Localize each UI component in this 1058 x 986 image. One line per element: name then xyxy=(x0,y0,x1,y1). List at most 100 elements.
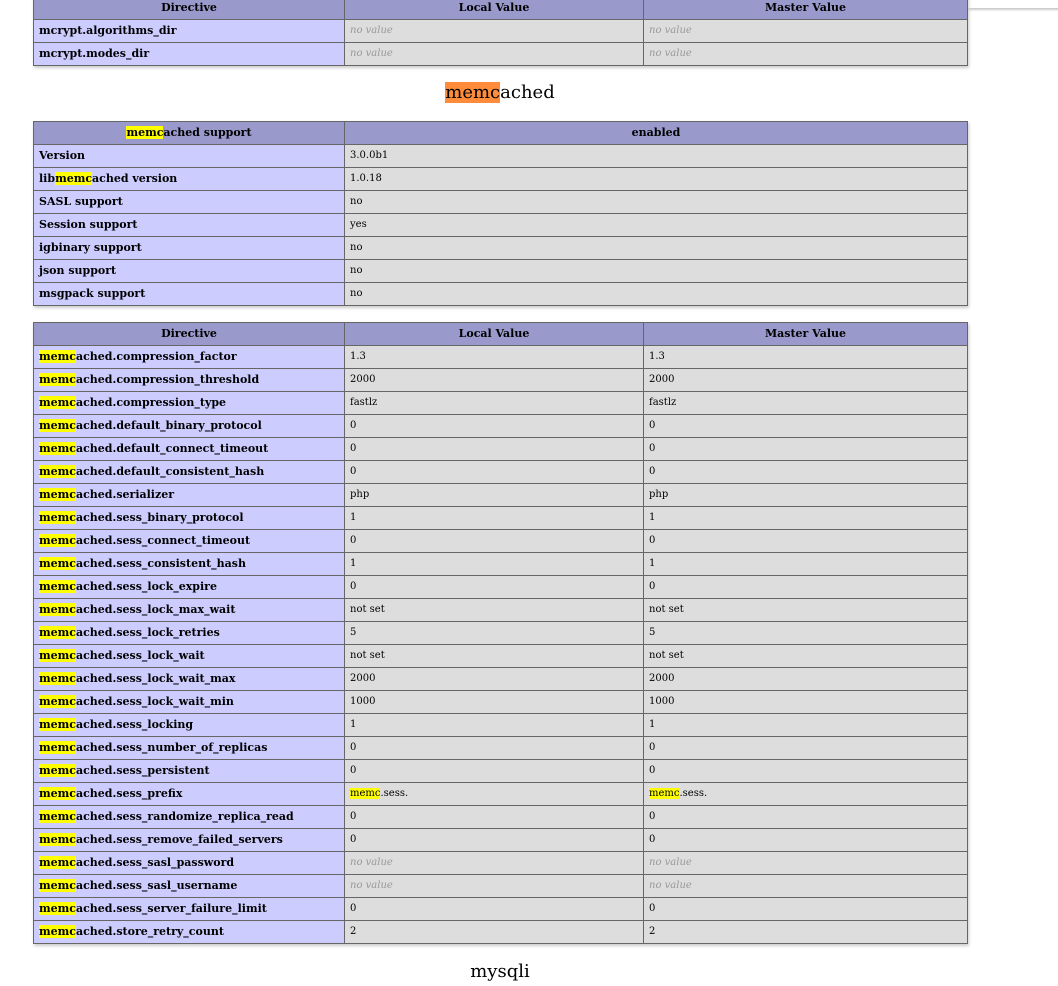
no-value-text: no value xyxy=(350,25,393,36)
local-value: 0 xyxy=(344,736,644,760)
table-row: memcached.sess_prefix memc.sess. memc.sess… xyxy=(33,782,968,806)
no-value-text: no value xyxy=(649,25,692,36)
table-row: memcached.sess_lock_wait_max 2000 2000 xyxy=(33,667,968,691)
directive-rest: ached.default_binary_protocol xyxy=(75,419,262,432)
directive-rest: ached.sess_lock_expire xyxy=(75,580,217,593)
master-value: 0 xyxy=(643,897,968,921)
master-value: 2 xyxy=(643,920,968,944)
highlight: memc xyxy=(39,373,76,386)
local-value: php xyxy=(344,483,644,507)
master-value: 0 xyxy=(643,805,968,829)
column-header: enabled xyxy=(344,121,968,145)
highlight: memc xyxy=(39,649,76,662)
directive-name: memcached.sess_lock_retries xyxy=(33,621,345,645)
directive-name: memcached.sess_number_of_replicas xyxy=(33,736,345,760)
directive-name: memcached.sess_lock_expire xyxy=(33,575,345,599)
title-rest: ached xyxy=(500,82,555,103)
value-text: not set xyxy=(350,604,385,615)
master-value: no value xyxy=(643,851,968,875)
directive-rest: ached.sess_lock_max_wait xyxy=(75,603,236,616)
table-row: memcached.sess_lock_retries 5 5 xyxy=(33,621,968,645)
value-text: .sess. xyxy=(380,788,409,799)
master-value: 0 xyxy=(643,736,968,760)
directive-rest: ached.sess_lock_wait xyxy=(75,649,205,662)
feature-value: no xyxy=(344,236,968,260)
value-text: 0 xyxy=(649,742,656,753)
highlight: memc xyxy=(39,879,76,892)
master-value: 1000 xyxy=(643,690,968,714)
no-value-text: no value xyxy=(649,857,692,868)
directive-name: memcached.serializer xyxy=(33,483,345,507)
master-value: 5 xyxy=(643,621,968,645)
column-header: Master Value xyxy=(643,322,968,346)
value-text: 0 xyxy=(649,443,656,454)
feature-name: Version xyxy=(33,144,345,168)
local-value: 1 xyxy=(344,506,644,530)
local-value: 0 xyxy=(344,460,644,484)
no-value-text: no value xyxy=(350,857,393,868)
local-value: 0 xyxy=(344,759,644,783)
directive-rest: ached.sess_number_of_replicas xyxy=(75,741,268,754)
directive-name: mcrypt.modes_dir xyxy=(33,42,345,66)
column-header: Master Value xyxy=(643,0,968,20)
value-text: not set xyxy=(350,650,385,661)
highlight: memc xyxy=(39,488,76,501)
table-row: memcached.sess_binary_protocol 1 1 xyxy=(33,506,968,530)
master-value: no value xyxy=(643,19,968,43)
value-text: 0 xyxy=(350,742,357,753)
highlight: memc xyxy=(39,741,76,754)
value-text: 5 xyxy=(350,627,357,638)
local-value: 0 xyxy=(344,575,644,599)
table-row: memcached.compression_type fastlz fastlz xyxy=(33,391,968,415)
local-value: 0 xyxy=(344,437,644,461)
directive-name: memcached.sess_locking xyxy=(33,713,345,737)
highlight: memc xyxy=(39,810,76,823)
master-value: 0 xyxy=(643,460,968,484)
master-value: 2000 xyxy=(643,667,968,691)
feature-name: json support xyxy=(33,259,345,283)
feature-name: msgpack support xyxy=(33,282,345,306)
value-text: 0 xyxy=(350,834,357,845)
table-row: SASL support no xyxy=(33,190,968,214)
local-value: 0 xyxy=(344,529,644,553)
table-row: Session support yes xyxy=(33,213,968,237)
master-value: memc.sess. xyxy=(643,782,968,806)
directive-name: memcached.compression_type xyxy=(33,391,345,415)
column-header: Directive xyxy=(33,322,345,346)
highlight: memc xyxy=(39,764,76,777)
value-text: 5 xyxy=(649,627,656,638)
master-value: 0 xyxy=(643,759,968,783)
directive-rest: ached.default_connect_timeout xyxy=(75,442,269,455)
value-text: 0 xyxy=(649,903,656,914)
feature-value: no xyxy=(344,190,968,214)
local-value: memc.sess. xyxy=(344,782,644,806)
value-text: php xyxy=(649,489,669,500)
table-row: memcached.sess_sasl_password no value no v… xyxy=(33,851,968,875)
feature-name: Session support xyxy=(33,213,345,237)
master-value: 0 xyxy=(643,828,968,852)
highlight: memc xyxy=(39,672,76,685)
directive-name: memcached.sess_randomize_replica_read xyxy=(33,805,345,829)
value-text: 1 xyxy=(350,719,357,730)
directive-rest: ached.serializer xyxy=(75,488,175,501)
value-text: 1 xyxy=(350,512,357,523)
directive-rest: ached.sess_sasl_username xyxy=(75,879,238,892)
highlight: memc xyxy=(39,396,76,409)
local-value: 1000 xyxy=(344,690,644,714)
value-text: 0 xyxy=(649,581,656,592)
master-value: 0 xyxy=(643,414,968,438)
value-text: 1 xyxy=(649,719,656,730)
value-text: 2000 xyxy=(350,374,376,385)
value-text: 1 xyxy=(649,558,656,569)
master-value: no value xyxy=(643,874,968,898)
value-text: 0 xyxy=(649,834,656,845)
column-header: memcached support xyxy=(33,121,345,145)
local-value: 0 xyxy=(344,828,644,852)
value-text: not set xyxy=(649,650,684,661)
feature-name: igbinary support xyxy=(33,236,345,260)
highlight: memc xyxy=(39,833,76,846)
table-row: memcached.sess_remove_failed_servers 0 0 xyxy=(33,828,968,852)
table-row: memcached.sess_consistent_hash 1 1 xyxy=(33,552,968,576)
directive-name: memcached.sess_lock_max_wait xyxy=(33,598,345,622)
header-text: ached support xyxy=(163,126,252,139)
